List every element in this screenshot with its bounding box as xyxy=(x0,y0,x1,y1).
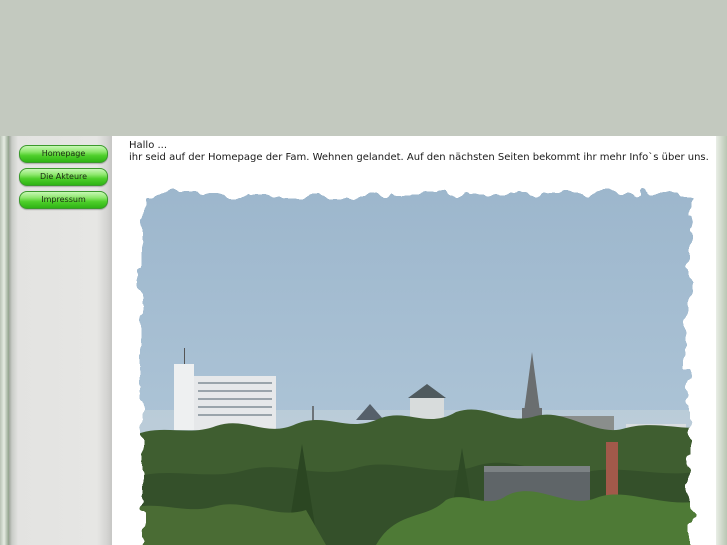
skyline-illustration xyxy=(126,180,704,545)
brick-chimney xyxy=(606,442,618,502)
nav-homepage-button[interactable]: Homepage xyxy=(19,145,108,163)
header-band xyxy=(0,0,727,136)
content-right-border xyxy=(716,136,727,545)
main-nav: Homepage Die Akteure Impressum xyxy=(19,145,108,214)
greeting-text: Hallo ... xyxy=(129,140,168,151)
nav-impressum-button[interactable]: Impressum xyxy=(19,191,108,209)
nav-die-akteure-button[interactable]: Die Akteure xyxy=(19,168,108,186)
outer-left-border xyxy=(0,136,9,545)
intro-text: ihr seid auf der Homepage der Fam. Wehne… xyxy=(129,152,709,163)
city-skyline-photo xyxy=(126,180,704,545)
tall-building xyxy=(174,364,194,430)
